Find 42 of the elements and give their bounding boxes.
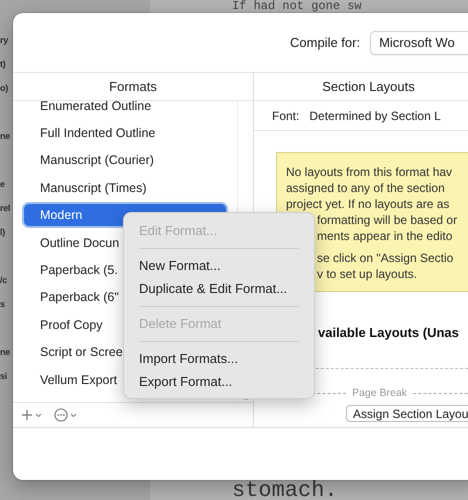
menu-item[interactable]: Duplicate & Edit Format... <box>129 277 309 300</box>
format-item[interactable]: Manuscript (Times) <box>24 176 226 199</box>
available-layouts-heading: vailable Layouts (Unas <box>317 325 460 340</box>
compile-for-popup[interactable]: Microsoft Wo <box>370 30 468 54</box>
font-label: Font: <box>272 108 300 122</box>
menu-item[interactable]: Import Formats... <box>129 347 309 370</box>
note-text: ments appear in the edito <box>316 228 454 244</box>
sidebar-text: rel <box>0 202 10 215</box>
sidebar-text: t) <box>0 58 6 71</box>
chevron-icon <box>35 412 42 418</box>
sidebar-text: ne <box>0 130 10 143</box>
formats-header: Formats <box>13 73 253 101</box>
note-text: se click on "Assign Sectio <box>316 250 454 266</box>
sidebar-text: si <box>0 370 8 383</box>
note-text: formatting will be based or <box>316 212 458 228</box>
sidebar-text: s <box>0 298 6 311</box>
ellipsis-circle-icon <box>54 408 68 422</box>
menu-item[interactable]: Export Format... <box>129 370 309 393</box>
chevron-icon <box>70 412 77 418</box>
note-text: v to set up layouts. <box>316 266 418 282</box>
sidebar-text: ne <box>0 346 10 359</box>
plus-icon <box>21 409 33 422</box>
sidebar-text: o) <box>0 82 9 95</box>
menu-item[interactable]: New Format... <box>129 254 309 277</box>
add-menu-button[interactable] <box>21 409 42 422</box>
assign-section-layouts-button[interactable]: Assign Section Layou <box>346 405 468 422</box>
compile-for-label: Compile for: <box>290 35 360 50</box>
page-break-label: Page Break <box>352 387 407 399</box>
note-text: project yet. If no layouts are as <box>286 196 450 212</box>
sidebar-text: /c <box>0 274 8 287</box>
format-item[interactable]: Manuscript (Courier) <box>24 149 226 172</box>
sidebar-text: l) <box>0 226 6 239</box>
note-text: No layouts from this format hav <box>286 164 454 180</box>
format-item[interactable]: Full Indented Outline <box>24 122 226 144</box>
document-text: If had not gone sw <box>232 0 362 12</box>
document-text: stomach. <box>232 478 338 500</box>
sidebar-text: ry <box>0 34 10 47</box>
font-value: Determined by Section L <box>309 108 441 122</box>
note-text: assigned to any of the section <box>286 180 446 196</box>
sidebar-text: e <box>0 178 6 191</box>
section-layouts-header: Section Layouts <box>254 73 468 101</box>
more-menu-button[interactable] <box>54 408 77 422</box>
